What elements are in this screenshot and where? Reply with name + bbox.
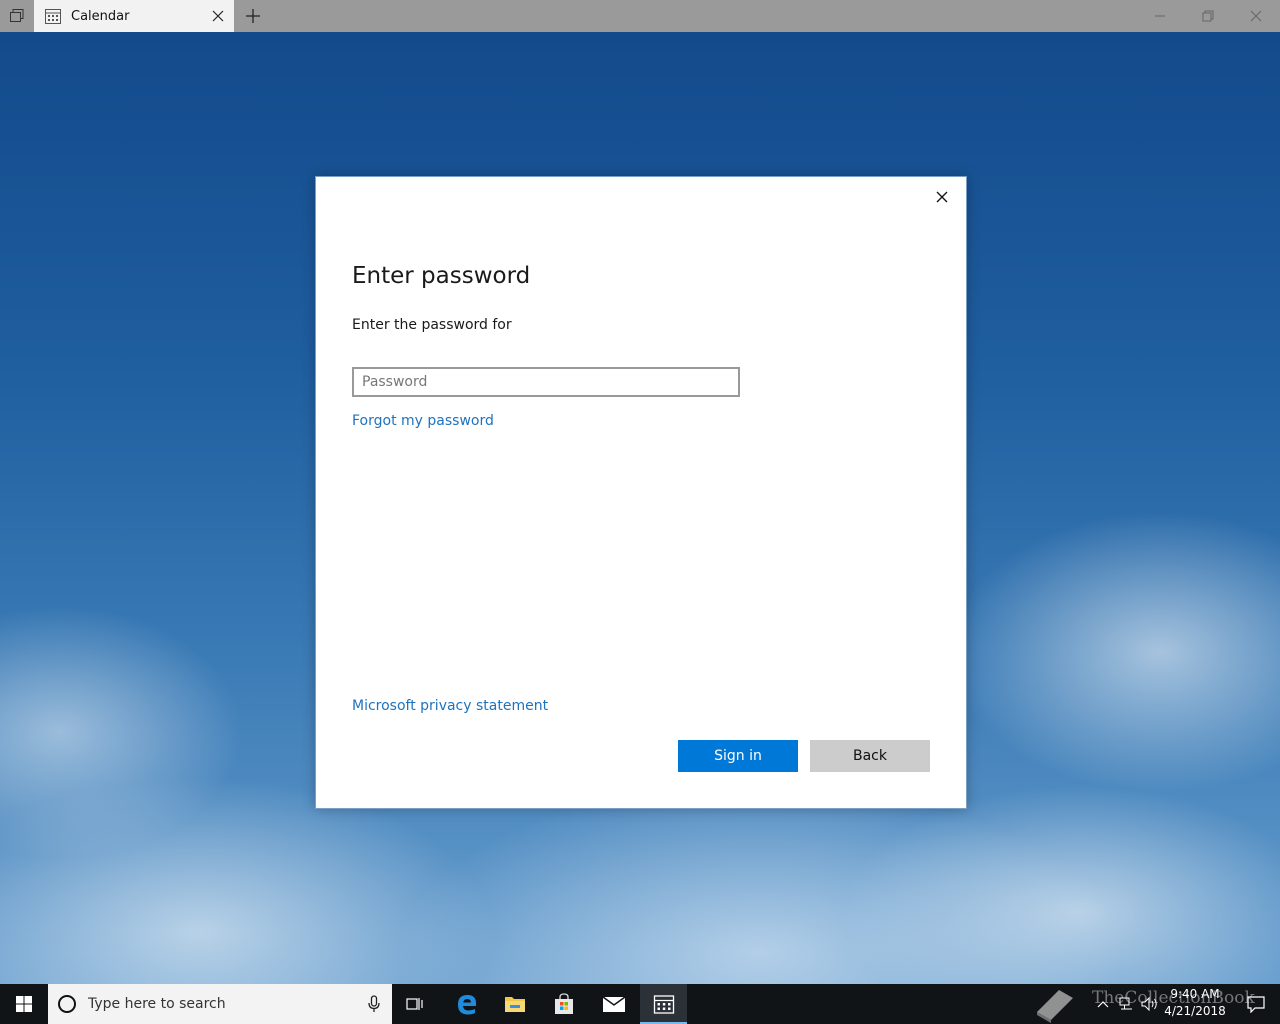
dialog-subtitle: Enter the password for: [352, 317, 512, 333]
tab-calendar[interactable]: Calendar: [34, 0, 234, 32]
network-tray[interactable]: [1114, 984, 1138, 1024]
taskbar-mail[interactable]: [590, 984, 638, 1024]
privacy-statement-link[interactable]: Microsoft privacy statement: [352, 698, 548, 714]
mail-icon: [602, 996, 626, 1012]
network-icon: [1119, 997, 1132, 1010]
close-window-button[interactable]: [1232, 0, 1280, 32]
close-icon: [1250, 10, 1262, 22]
calendar-icon: [44, 7, 62, 25]
folder-icon: [505, 997, 525, 1012]
minimize-button[interactable]: [1136, 0, 1184, 32]
taskbar-file-explorer[interactable]: [491, 984, 539, 1024]
taskbar-edge[interactable]: [443, 984, 491, 1024]
store-bag-icon: [555, 993, 573, 1014]
calendar-icon: [653, 995, 675, 1014]
search-placeholder: Type here to search: [88, 996, 226, 1012]
task-view-button[interactable]: [392, 984, 440, 1024]
close-icon: [936, 191, 948, 203]
taskbar-calendar[interactable]: [640, 984, 688, 1024]
show-hidden-icons[interactable]: [1092, 984, 1114, 1024]
new-tab-button[interactable]: [236, 0, 270, 32]
back-button[interactable]: Back: [810, 740, 930, 772]
cortana-icon: [57, 994, 77, 1014]
sign-in-button[interactable]: Sign in: [678, 740, 798, 772]
notification-icon: [1247, 996, 1265, 1013]
edge-icon: [458, 995, 476, 1015]
volume-tray[interactable]: [1138, 984, 1162, 1024]
plus-icon: [246, 9, 260, 23]
action-center-button[interactable]: [1232, 984, 1280, 1024]
sign-in-dialog: Enter password Enter the password for Fo…: [315, 176, 967, 809]
restore-icon: [1202, 10, 1214, 22]
tab-list-button[interactable]: [0, 0, 34, 32]
minimize-icon: [1155, 15, 1165, 17]
password-input[interactable]: [352, 367, 740, 397]
taskbar-clock[interactable]: 9:40 AM 4/21/2018: [1160, 986, 1230, 1020]
title-bar: Calendar: [0, 0, 1280, 32]
clock-date: 4/21/2018: [1164, 1004, 1226, 1018]
microphone-icon[interactable]: [356, 995, 392, 1013]
forgot-password-link[interactable]: Forgot my password: [352, 413, 494, 429]
close-icon: [212, 10, 224, 22]
dialog-heading: Enter password: [352, 263, 531, 289]
restore-button[interactable]: [1184, 0, 1232, 32]
taskbar-store[interactable]: [540, 984, 588, 1024]
clock-time: 9:40 AM: [1170, 987, 1220, 1001]
start-button[interactable]: [0, 984, 48, 1024]
tabs-icon: [10, 9, 24, 22]
chevron-up-icon: [1097, 1001, 1109, 1008]
book-logo-icon: [1030, 984, 1080, 1024]
volume-icon: [1141, 996, 1157, 1012]
taskbar: Type here to search TheCollectionBook 9:…: [0, 984, 1280, 1024]
dialog-close-button[interactable]: [928, 183, 956, 211]
task-view-icon: [406, 998, 423, 1010]
taskbar-search-box[interactable]: Type here to search: [48, 984, 392, 1024]
tab-title: Calendar: [71, 8, 130, 24]
windows-logo-icon: [16, 996, 32, 1012]
tab-close-button[interactable]: [202, 0, 234, 32]
